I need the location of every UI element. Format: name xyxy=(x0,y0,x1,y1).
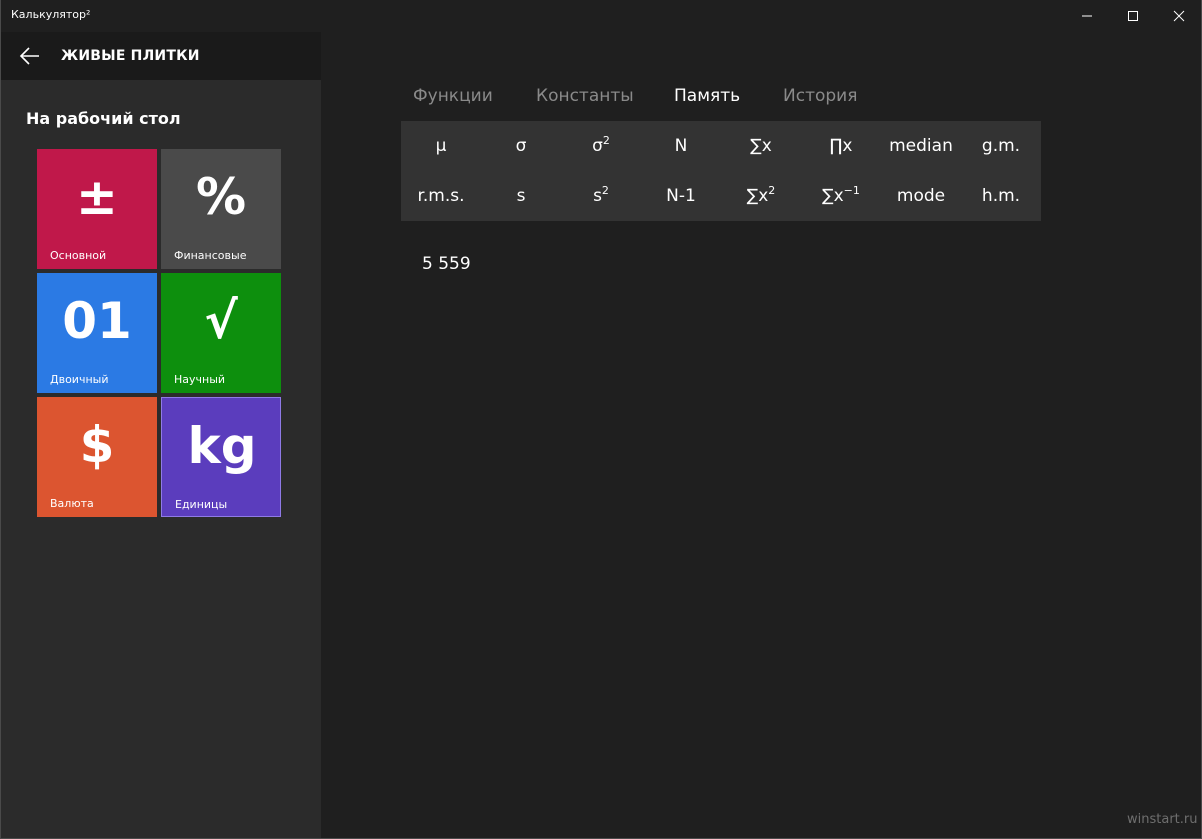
tile-currency[interactable]: $ Валюта xyxy=(37,397,157,517)
fn-mean-button[interactable]: μ xyxy=(401,121,481,171)
kilogram-icon: kg xyxy=(187,417,257,475)
fn-variance-button[interactable]: σ2 xyxy=(561,121,641,171)
tile-label: Основной xyxy=(50,249,107,262)
fn-sample-std-dev-button[interactable]: s xyxy=(481,171,561,221)
close-icon xyxy=(1173,10,1185,22)
back-arrow-icon xyxy=(19,47,39,65)
section-title: На рабочий стол xyxy=(26,109,181,128)
sidebar: ЖИВЫЕ ПЛИТКИ На рабочий стол ± Основной … xyxy=(1,32,321,838)
fn-harmonic-mean-button[interactable]: h.m. xyxy=(961,171,1041,221)
tile-scientific[interactable]: √ Научный xyxy=(161,273,281,393)
minimize-button[interactable] xyxy=(1064,0,1110,32)
memory-item-value[interactable]: 5 559 xyxy=(422,254,471,274)
window-border-left xyxy=(0,0,1,839)
dollar-icon: $ xyxy=(79,416,115,474)
plus-minus-icon: ± xyxy=(76,168,118,226)
tile-label: Валюта xyxy=(50,497,94,510)
tile-label: Двоичный xyxy=(50,373,109,386)
title-bar: Калькулятор² xyxy=(0,0,1202,32)
statistics-function-panel: μ σ σ2 N ∑x ∏x median g.m. r.m.s. s s2 N… xyxy=(401,121,1041,221)
back-button[interactable] xyxy=(13,42,49,70)
tile-finance[interactable]: % Финансовые xyxy=(161,149,281,269)
fn-rms-button[interactable]: r.m.s. xyxy=(401,171,481,221)
sidebar-header: ЖИВЫЕ ПЛИТКИ xyxy=(1,32,321,80)
tile-label: Научный xyxy=(174,373,226,386)
tab-history[interactable]: История xyxy=(783,86,857,106)
tab-constants[interactable]: Константы xyxy=(536,86,634,106)
close-button[interactable] xyxy=(1156,0,1202,32)
fn-sum-squares-button[interactable]: ∑x 2 xyxy=(721,171,801,221)
fn-mode-button[interactable]: mode xyxy=(881,171,961,221)
tile-binary[interactable]: 01 Двоичный xyxy=(37,273,157,393)
tab-memory[interactable]: Память xyxy=(674,86,740,106)
tab-functions[interactable]: Функции xyxy=(413,86,493,106)
percent-icon: % xyxy=(195,168,247,226)
maximize-button[interactable] xyxy=(1110,0,1156,32)
tile-basic[interactable]: ± Основной xyxy=(37,149,157,269)
fn-count-button[interactable]: N xyxy=(641,121,721,171)
fn-median-button[interactable]: median xyxy=(881,121,961,171)
tile-label: Единицы xyxy=(175,498,228,511)
fn-sample-variance-button[interactable]: s2 xyxy=(561,171,641,221)
tile-label: Финансовые xyxy=(174,249,247,262)
app-title: Калькулятор² xyxy=(11,8,91,21)
maximize-icon xyxy=(1128,11,1138,21)
tile-units[interactable]: kg Единицы xyxy=(161,397,281,517)
sidebar-title: ЖИВЫЕ ПЛИТКИ xyxy=(61,48,200,64)
fn-sum-button[interactable]: ∑x xyxy=(721,121,801,171)
fn-geometric-mean-button[interactable]: g.m. xyxy=(961,121,1041,171)
watermark: winstart.ru xyxy=(1127,812,1198,827)
square-root-icon: √ xyxy=(204,292,238,350)
fn-sum-reciprocals-button[interactable]: ∑x −1 xyxy=(801,171,881,221)
minimize-icon xyxy=(1082,15,1092,17)
fn-count-minus-one-button[interactable]: N-1 xyxy=(641,171,721,221)
fn-product-button[interactable]: ∏x xyxy=(801,121,881,171)
binary-icon: 01 xyxy=(62,292,132,350)
fn-std-dev-button[interactable]: σ xyxy=(481,121,561,171)
